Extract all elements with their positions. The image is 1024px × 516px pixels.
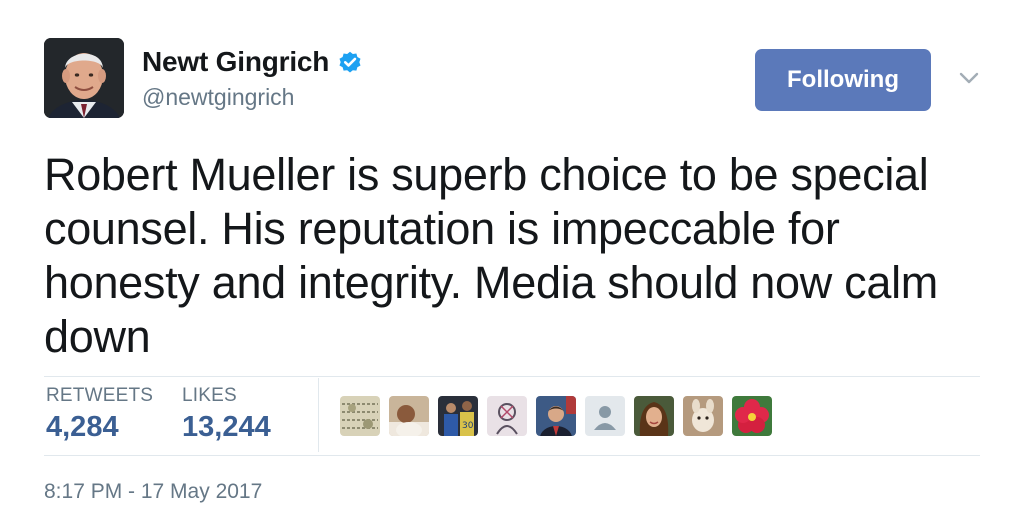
author-avatar[interactable] xyxy=(44,38,124,118)
stats-separator xyxy=(318,378,319,452)
tweet-timestamp[interactable]: 8:17 PM - 17 May 2017 xyxy=(44,480,262,504)
chevron-down-icon[interactable] xyxy=(958,70,980,86)
svg-text:30: 30 xyxy=(462,421,474,431)
profile-photo-icon xyxy=(44,38,124,118)
liker-avatar-drawing[interactable] xyxy=(487,396,527,436)
author-display-name[interactable]: Newt Gingrich xyxy=(142,46,329,78)
retweets-count: 4,284 xyxy=(46,411,119,443)
likes-stat[interactable]: LIKES 13,244 xyxy=(182,385,271,444)
verified-badge-icon xyxy=(337,49,363,75)
retweets-label: RETWEETS xyxy=(46,385,154,406)
likes-label: LIKES xyxy=(182,385,237,406)
likes-count: 13,244 xyxy=(182,411,271,443)
tweet-text: Robert Mueller is superb choice to be sp… xyxy=(44,149,938,362)
divider-top xyxy=(44,376,980,377)
following-button[interactable]: Following xyxy=(755,49,931,111)
liker-avatar-pattern[interactable] xyxy=(340,396,380,436)
liker-avatar-animal[interactable] xyxy=(683,396,723,436)
liker-avatar-sports[interactable]: 30 xyxy=(438,396,478,436)
liker-avatar-flower[interactable] xyxy=(732,396,772,436)
liker-avatars: 30 xyxy=(340,396,772,436)
author-handle[interactable]: @newtgingrich xyxy=(142,84,294,111)
liker-avatar-suit[interactable] xyxy=(536,396,576,436)
retweets-stat[interactable]: RETWEETS 4,284 xyxy=(46,385,153,444)
liker-avatar-photo[interactable] xyxy=(389,396,429,436)
divider-bottom xyxy=(44,455,980,456)
author-name-row: Newt Gingrich xyxy=(142,44,363,80)
liker-avatar-default[interactable] xyxy=(585,396,625,436)
liker-avatar-woman[interactable] xyxy=(634,396,674,436)
